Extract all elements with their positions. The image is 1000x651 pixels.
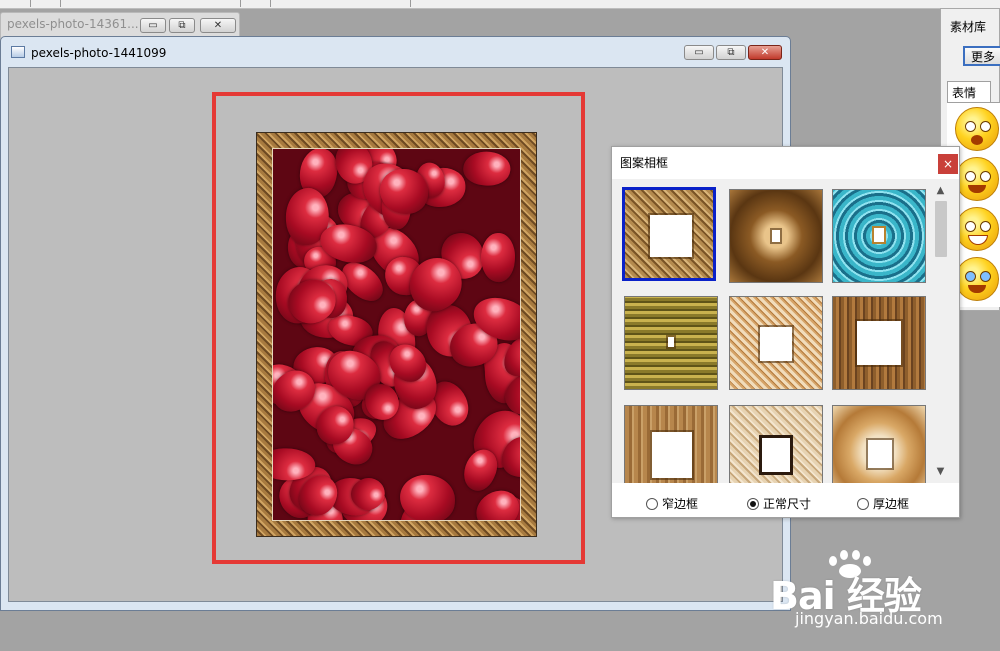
restore-button[interactable]: ⧉ [716,45,746,60]
toolbar-separator [270,0,271,7]
radio-narrow[interactable] [646,497,658,510]
frame-thumb-7[interactable] [624,405,718,483]
frame-gallery: ▲ ▼ [612,179,959,483]
restore-button[interactable]: ⧉ [169,18,195,33]
option-normal-size[interactable]: 正常尺寸 [747,495,811,512]
minimize-button[interactable]: ▭ [140,18,166,33]
frame-thumb-9[interactable] [832,405,926,483]
pomegranate-seed [461,149,512,188]
option-thick-border[interactable]: 厚边框 [857,495,909,512]
smiley-grin-icon[interactable] [955,207,999,251]
tab-emoji[interactable]: 表情 [947,81,991,103]
pattern-frame-dialog: 图案相框 × ▲ ▼ 窄边框 正常尺寸 厚边框 [611,146,960,518]
radio-thick[interactable] [857,497,869,510]
image-file-icon [11,46,25,58]
window-titlebar[interactable]: pexels-photo-1441099 ▭ ⧉ ✕ [1,37,790,67]
toolbar-separator [240,0,241,7]
scrollbar-thumb[interactable] [935,201,947,257]
frame-thumb-2[interactable] [729,189,823,283]
option-label: 正常尺寸 [763,497,812,511]
pomegranate-photo [272,148,521,521]
scroll-up-arrow-icon[interactable]: ▲ [932,182,949,199]
pomegranate-seed [398,473,457,520]
frame-thumb-3[interactable] [832,189,926,283]
frame-thumb-4[interactable] [624,296,718,390]
frame-thumb-1[interactable] [622,187,716,281]
smiley-shocked-icon[interactable] [955,107,999,151]
watermark-url: jingyan.baidu.com [795,609,943,628]
radio-normal[interactable] [747,497,759,510]
minimize-button[interactable]: ▭ [684,45,714,60]
scroll-down-arrow-icon[interactable]: ▼ [932,463,949,480]
close-button[interactable]: ✕ [200,18,236,33]
toolbar-separator [410,0,411,7]
smiley-crying-icon[interactable] [955,157,999,201]
pomegranate-seed [380,168,428,214]
toolbar-separator [30,0,31,7]
frame-thumb-5[interactable] [729,296,823,390]
window-title: pexels-photo-14361... [7,17,139,31]
close-button[interactable]: × [938,154,958,174]
close-button[interactable]: ✕ [748,45,782,60]
toolbar-separator [60,0,61,7]
frame-thumb-6[interactable] [832,296,926,390]
pomegranate-seed [479,231,517,283]
panel-title: 素材库 [950,20,987,34]
option-label: 窄边框 [662,497,699,511]
smiley-cry-icon[interactable] [955,257,999,301]
dialog-title: 图案相框 [620,156,669,170]
more-button[interactable]: 更多 [963,46,1000,66]
frame-thumb-8[interactable] [729,405,823,483]
window-title: pexels-photo-1441099 [31,46,167,60]
toolbar-strip [0,0,1000,9]
gallery-scrollbar[interactable]: ▲ ▼ [932,179,949,483]
option-label: 厚边框 [873,497,910,511]
photo-frame [256,132,537,537]
option-narrow-border[interactable]: 窄边框 [646,495,698,512]
